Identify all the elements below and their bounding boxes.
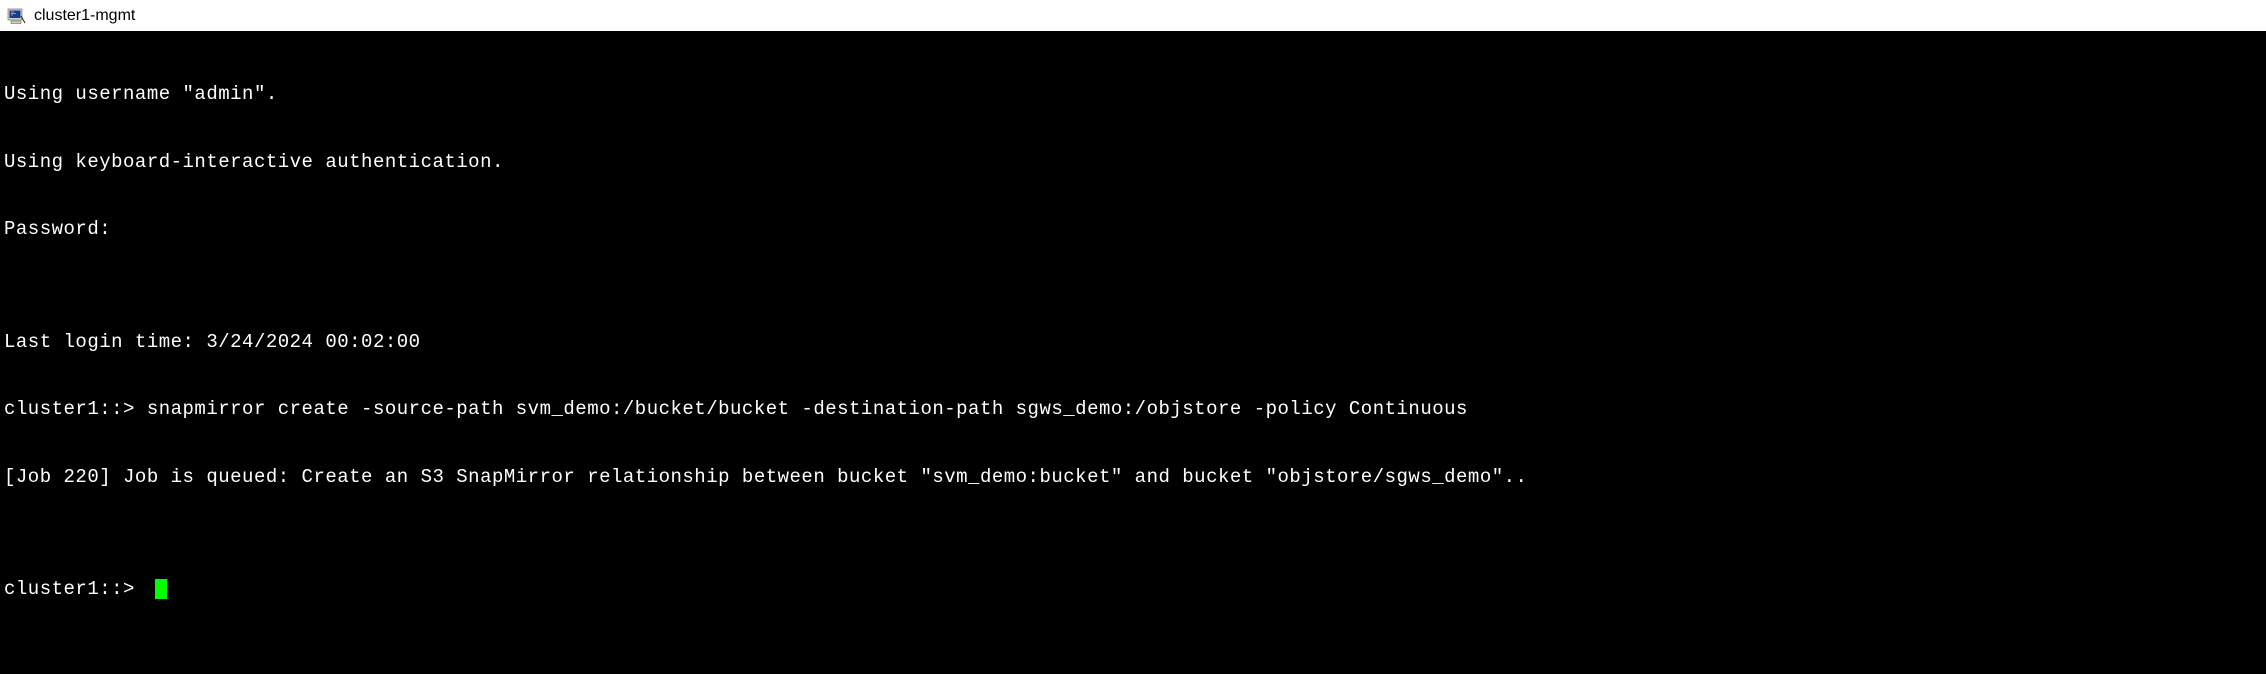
terminal-line: Using username "admin". <box>4 83 2262 106</box>
window-title: cluster1-mgmt <box>34 7 135 25</box>
putty-icon <box>6 6 26 26</box>
window-titlebar: cluster1-mgmt <box>0 0 2266 32</box>
terminal-line: Using keyboard-interactive authenticatio… <box>4 151 2262 174</box>
terminal-line: cluster1::> snapmirror create -source-pa… <box>4 398 2262 421</box>
terminal-cursor <box>155 579 167 599</box>
terminal-area[interactable]: Using username "admin". Using keyboard-i… <box>0 32 2266 674</box>
terminal-line: [Job 220] Job is queued: Create an S3 Sn… <box>4 466 2262 489</box>
terminal-line: Last login time: 3/24/2024 00:02:00 <box>4 331 2262 354</box>
prompt-line: cluster1::> <box>4 578 2262 601</box>
terminal-line: Password: <box>4 218 2262 241</box>
prompt-text: cluster1::> <box>4 578 147 601</box>
